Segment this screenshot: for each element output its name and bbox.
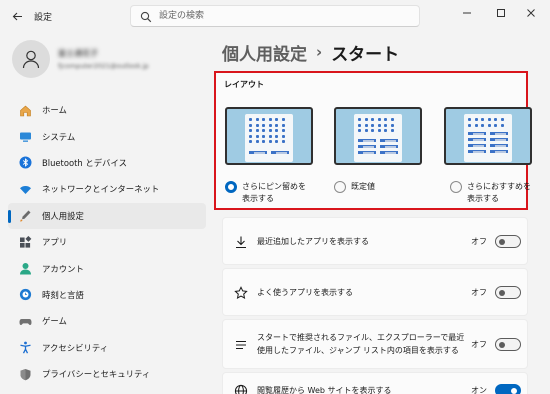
avatar	[12, 40, 50, 78]
sidebar-item-privacy[interactable]: プライバシーとセキュリティ	[8, 361, 206, 387]
layout-preview-default[interactable]	[334, 107, 422, 165]
toggle-switch[interactable]	[495, 338, 521, 351]
sidebar-item-system[interactable]: システム	[8, 123, 206, 149]
sidebar-item-accessibility[interactable]: アクセシビリティ	[8, 335, 206, 361]
toggle-switch[interactable]	[495, 235, 521, 248]
sidebar-item-personalization[interactable]: 個人用設定	[8, 202, 206, 229]
sidebar-item-apps[interactable]: アプリ	[8, 229, 206, 255]
option-label-more-pins: さらにピン留めを 表示する	[242, 182, 306, 203]
chevron-right-icon: ›	[316, 43, 323, 61]
page-title: スタート	[331, 44, 400, 65]
maximize-icon[interactable]	[486, 4, 516, 22]
layout-option-more-recommendations[interactable]: さらにおすすめを 表示する	[444, 107, 534, 203]
back-arrow-icon[interactable]	[8, 7, 26, 25]
user-icon	[22, 50, 40, 69]
search-icon	[140, 11, 152, 23]
setting-browsing-history[interactable]: 閲覧履歴から Web サイトを表示する オン	[222, 372, 528, 394]
toggle-switch[interactable]	[495, 384, 521, 394]
setting-most-used-apps[interactable]: よく使うアプリを表示する オフ	[222, 268, 528, 316]
app-title: 設定	[34, 13, 53, 23]
account-icon	[18, 262, 32, 276]
option-label-default: 既定値	[351, 182, 375, 191]
layout-option-more-pins[interactable]: さらにピン留めを 表示する	[225, 107, 315, 203]
toggle-state: オフ	[471, 288, 487, 297]
setting-label: よく使うアプリを表示する	[257, 288, 353, 297]
sidebar-item-home[interactable]: ホーム	[8, 97, 206, 123]
sidebar-item-gaming[interactable]: ゲーム	[8, 308, 206, 334]
bluetooth-icon	[18, 156, 32, 170]
minimize-icon[interactable]	[452, 4, 482, 22]
profile-email: fjcomputer2021@outlook.jp	[58, 62, 149, 70]
option-label-more-recommendations: さらにおすすめを 表示する	[467, 182, 531, 203]
radio-more-pins[interactable]	[225, 181, 237, 193]
download-icon	[233, 234, 249, 250]
wifi-icon	[18, 182, 32, 196]
profile-name: 富士通花子	[58, 49, 98, 58]
setting-label: 閲覧履歴から Web サイトを表示する	[257, 386, 392, 394]
sidebar-nav: ホーム システム Bluetooth とデバイス ネットワークとインターネット …	[8, 97, 206, 387]
apps-icon	[18, 235, 32, 249]
gaming-icon	[18, 314, 32, 328]
personalization-icon	[18, 209, 32, 223]
breadcrumb-parent[interactable]: 個人用設定	[222, 40, 307, 65]
layout-section: レイアウト さらにピン留めを 表示する 既定値 さらにおすすめを 表示する	[214, 71, 532, 210]
layout-preview-more-pins[interactable]	[225, 107, 313, 165]
search-input[interactable]	[159, 8, 409, 24]
home-icon	[18, 103, 32, 117]
toggle-switch[interactable]	[495, 286, 521, 299]
setting-label: スタートで推奨されるファイル、エクスプローラーで最近 使用したファイル、ジャンプ…	[257, 333, 465, 355]
sidebar-item-time-language[interactable]: 時刻と言語	[8, 282, 206, 308]
layout-option-default[interactable]: 既定値	[334, 107, 424, 193]
toggle-state: オフ	[471, 340, 487, 349]
layout-preview-more-recommendations[interactable]	[444, 107, 532, 165]
setting-recommended-files[interactable]: スタートで推奨されるファイル、エクスプローラーで最近 使用したファイル、ジャンプ…	[222, 319, 528, 369]
sidebar-item-accounts[interactable]: アカウント	[8, 255, 206, 281]
toggle-state: オフ	[471, 237, 487, 246]
user-profile[interactable]: 富士通花子 fjcomputer2021@outlook.jp	[12, 40, 202, 82]
layout-title: レイアウト	[224, 80, 264, 89]
time-language-icon	[18, 288, 32, 302]
title-bar: 設定	[0, 0, 550, 32]
globe-icon	[233, 383, 249, 394]
breadcrumb: 個人用設定 › スタート	[222, 39, 399, 65]
radio-default[interactable]	[334, 181, 346, 193]
setting-recently-added-apps[interactable]: 最近追加したアプリを表示する オフ	[222, 217, 528, 265]
sidebar-item-bluetooth[interactable]: Bluetooth とデバイス	[8, 150, 206, 176]
system-icon	[18, 130, 32, 144]
toggle-state: オン	[471, 386, 487, 394]
star-icon	[233, 285, 249, 301]
accessibility-icon	[18, 341, 32, 355]
search-box[interactable]	[130, 5, 420, 27]
sidebar-item-network[interactable]: ネットワークとインターネット	[8, 176, 206, 202]
radio-more-recommendations[interactable]	[450, 181, 462, 193]
close-icon[interactable]	[516, 4, 546, 22]
shield-icon	[18, 367, 32, 381]
list-icon	[233, 337, 249, 353]
setting-label: 最近追加したアプリを表示する	[257, 237, 369, 246]
